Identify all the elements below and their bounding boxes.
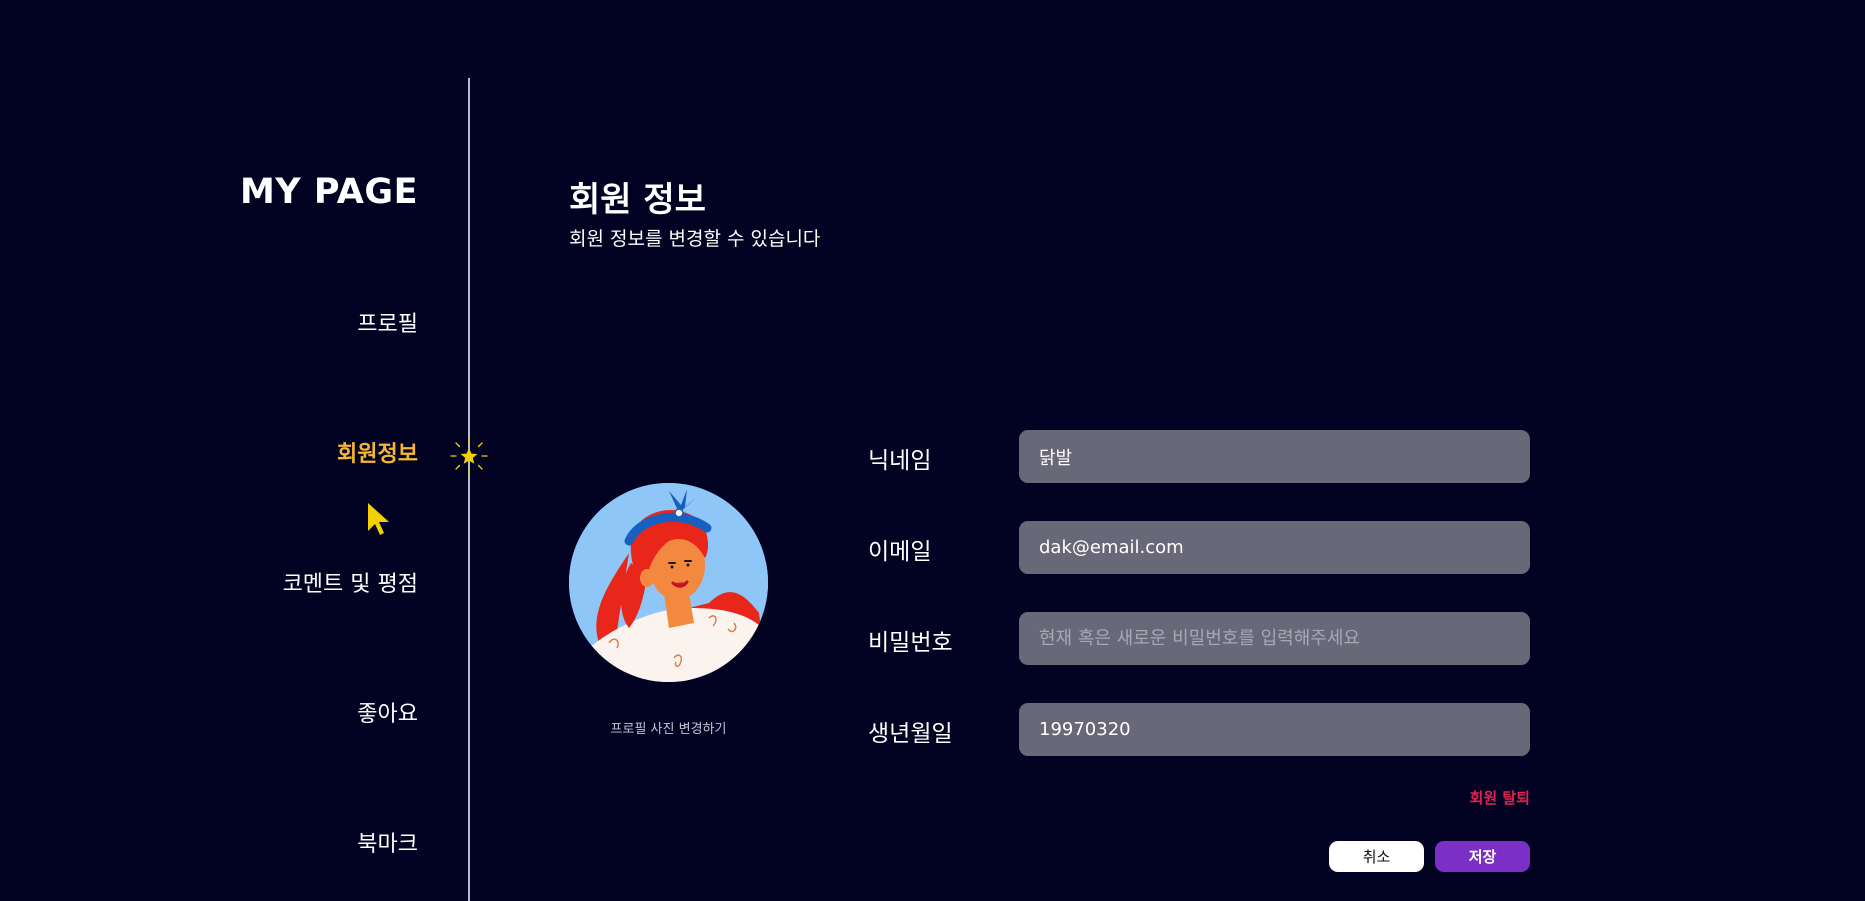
- nickname-field[interactable]: [1019, 430, 1530, 483]
- withdraw-membership-link[interactable]: 회원 탈퇴: [1470, 787, 1530, 808]
- page-title: 회원 정보: [569, 180, 706, 220]
- nickname-label: 닉네임: [868, 448, 932, 474]
- avatar-illustration-icon: [569, 483, 768, 682]
- sidebar-item-comments-ratings[interactable]: 코멘트 및 평점: [283, 566, 418, 598]
- sidebar-title: MY PAGE: [239, 172, 418, 212]
- sidebar-item-likes[interactable]: 좋아요: [357, 696, 418, 728]
- sidebar-item-profile[interactable]: 프로필: [357, 306, 418, 338]
- birthdate-label: 생년월일: [868, 721, 953, 747]
- sidebar-item-bookmarks[interactable]: 북마크: [357, 826, 418, 858]
- profile-avatar[interactable]: [569, 483, 768, 682]
- save-button[interactable]: 저장: [1435, 841, 1530, 872]
- password-label: 비밀번호: [868, 630, 953, 656]
- email-label: 이메일: [868, 539, 932, 565]
- active-indicator-star-icon: [450, 437, 488, 475]
- page-subtitle: 회원 정보를 변경할 수 있습니다: [569, 228, 821, 250]
- change-profile-photo-link[interactable]: 프로필 사진 변경하기: [569, 718, 768, 737]
- cancel-button[interactable]: 취소: [1329, 841, 1424, 872]
- sidebar-item-member-info[interactable]: 회원정보: [337, 436, 418, 468]
- mouse-pointer-icon: [368, 503, 389, 535]
- password-field[interactable]: [1019, 612, 1530, 665]
- birthdate-field[interactable]: [1019, 703, 1530, 756]
- sidebar-divider: [468, 78, 470, 901]
- email-field[interactable]: [1019, 521, 1530, 574]
- my-page: MY PAGE 프로필 회원정보 코멘트 및 평점 좋아요 북마크 회원 정보 …: [0, 0, 1865, 901]
